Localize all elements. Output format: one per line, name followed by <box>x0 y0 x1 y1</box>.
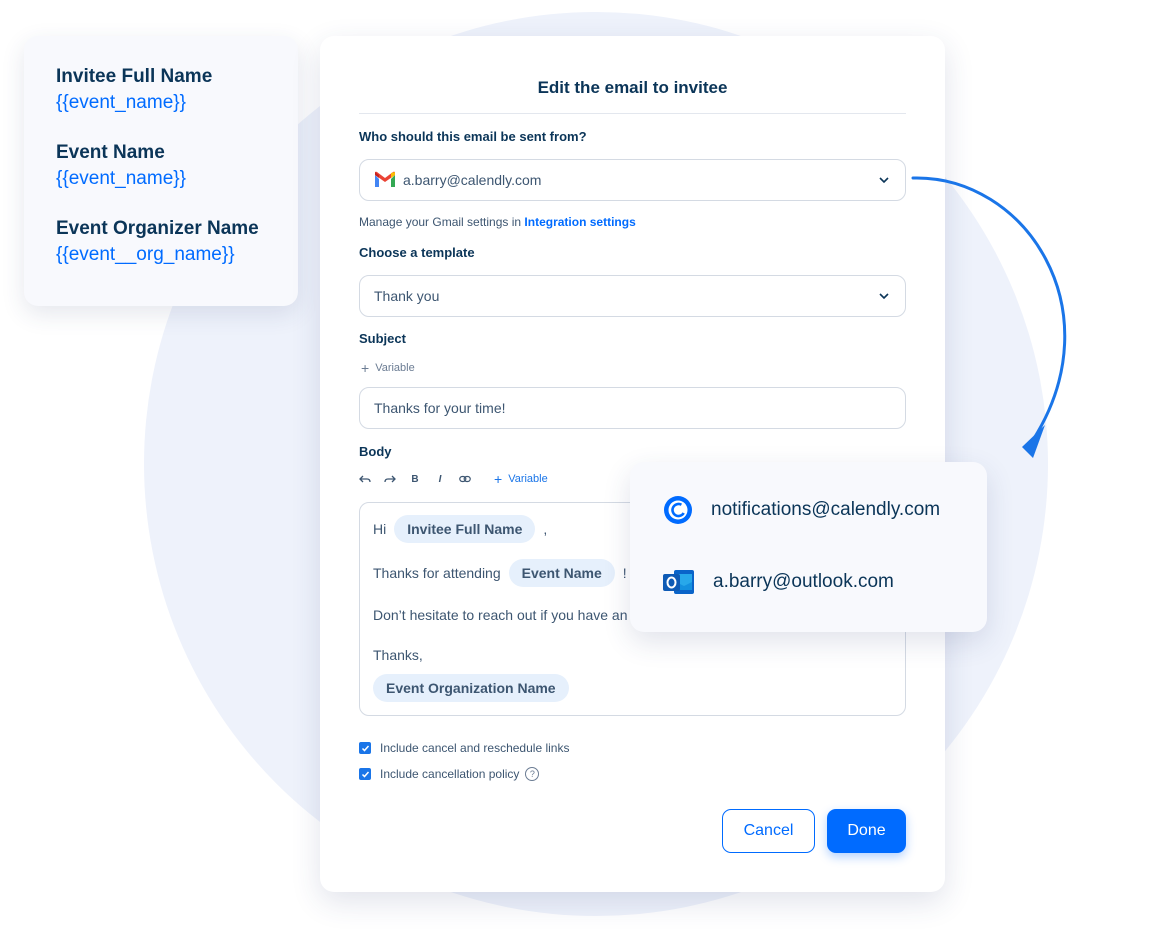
cancel-button[interactable]: Cancel <box>722 809 815 853</box>
checkbox-checked[interactable] <box>359 742 371 754</box>
body-line-signoff: Thanks, <box>373 647 423 663</box>
cancel-policy-option[interactable]: Include cancellation policy ? <box>359 767 540 781</box>
cancel-links-option[interactable]: Include cancel and reschedule links <box>359 741 569 755</box>
variable-item-organizer: Event Organizer Name {{event__org_name}} <box>56 216 266 268</box>
curved-arrow-icon <box>911 176 1067 458</box>
from-label: Who should this email be sent from? <box>359 129 587 144</box>
variable-item-invitee: Invitee Full Name {{event_name}} <box>56 64 266 116</box>
done-button[interactable]: Done <box>827 809 906 853</box>
plus-icon: + <box>361 359 370 376</box>
chevron-down-icon <box>879 293 889 300</box>
link-icon[interactable] <box>459 473 471 485</box>
undo-icon[interactable] <box>359 473 371 485</box>
dialog-title: Edit the email to invitee <box>537 78 728 97</box>
variables-card: Invitee Full Name {{event_name}} Event N… <box>24 36 298 306</box>
body-label: Body <box>359 444 392 459</box>
body-line-attending: Thanks for attending Event Name ! <box>373 559 627 587</box>
subject-add-variable-button[interactable]: + Variable <box>361 359 415 376</box>
sender-option-outlook[interactable]: a.barry@outlook.com <box>662 566 894 598</box>
body-line-hesitate: Don’t hesitate to reach out if you have … <box>373 607 628 623</box>
sender-email: a.barry@outlook.com <box>713 571 894 592</box>
variable-token: {{event_name}} <box>56 168 186 189</box>
variable-title: Event Organizer Name <box>56 218 259 239</box>
body-line-org: Event Organization Name <box>365 674 577 702</box>
checkbox-checked[interactable] <box>359 768 371 780</box>
sender-option-calendly[interactable]: notifications@calendly.com <box>662 494 940 526</box>
manage-gmail-text: Manage your Gmail settings in Integratio… <box>359 215 636 229</box>
redo-icon[interactable] <box>384 473 396 485</box>
sender-options-card: notifications@calendly.com a.barry@outlo… <box>630 462 987 632</box>
variable-token: {{event_name}} <box>56 92 186 113</box>
from-select[interactable]: a.barry@calendly.com <box>359 159 906 201</box>
integration-settings-link[interactable]: Integration settings <box>524 215 635 229</box>
subject-value: Thanks for your time! <box>374 400 506 416</box>
template-label: Choose a template <box>359 245 475 260</box>
body-toolbar: B I + Variable <box>359 470 548 487</box>
from-value: a.barry@calendly.com <box>403 172 542 188</box>
outlook-icon <box>663 570 694 594</box>
variable-title: Invitee Full Name <box>56 66 213 87</box>
chevron-down-icon <box>879 177 889 184</box>
subject-input[interactable]: Thanks for your time! <box>359 387 906 429</box>
variable-chip-event[interactable]: Event Name <box>508 559 615 587</box>
help-icon[interactable]: ? <box>525 767 540 781</box>
plus-icon: + <box>494 470 503 487</box>
gmail-icon <box>375 171 395 187</box>
check-icon <box>361 745 369 752</box>
subject-label: Subject <box>359 331 406 346</box>
bold-icon[interactable]: B <box>409 473 421 485</box>
body-add-variable-button[interactable]: + Variable <box>494 470 548 487</box>
italic-icon[interactable]: I <box>434 473 446 485</box>
sender-email: notifications@calendly.com <box>711 499 941 520</box>
variable-chip-invitee[interactable]: Invitee Full Name <box>394 515 536 543</box>
check-icon <box>361 771 369 778</box>
template-value: Thank you <box>374 288 440 304</box>
calendly-icon <box>664 496 692 524</box>
template-select[interactable]: Thank you <box>359 275 906 317</box>
body-line-greeting: Hi Invitee Full Name , <box>373 515 547 543</box>
variable-chip-org[interactable]: Event Organization Name <box>373 674 569 702</box>
variable-token: {{event__org_name}} <box>56 244 235 265</box>
title-divider <box>359 113 906 114</box>
variable-title: Event Name <box>56 142 165 163</box>
variable-item-event: Event Name {{event_name}} <box>56 140 266 192</box>
